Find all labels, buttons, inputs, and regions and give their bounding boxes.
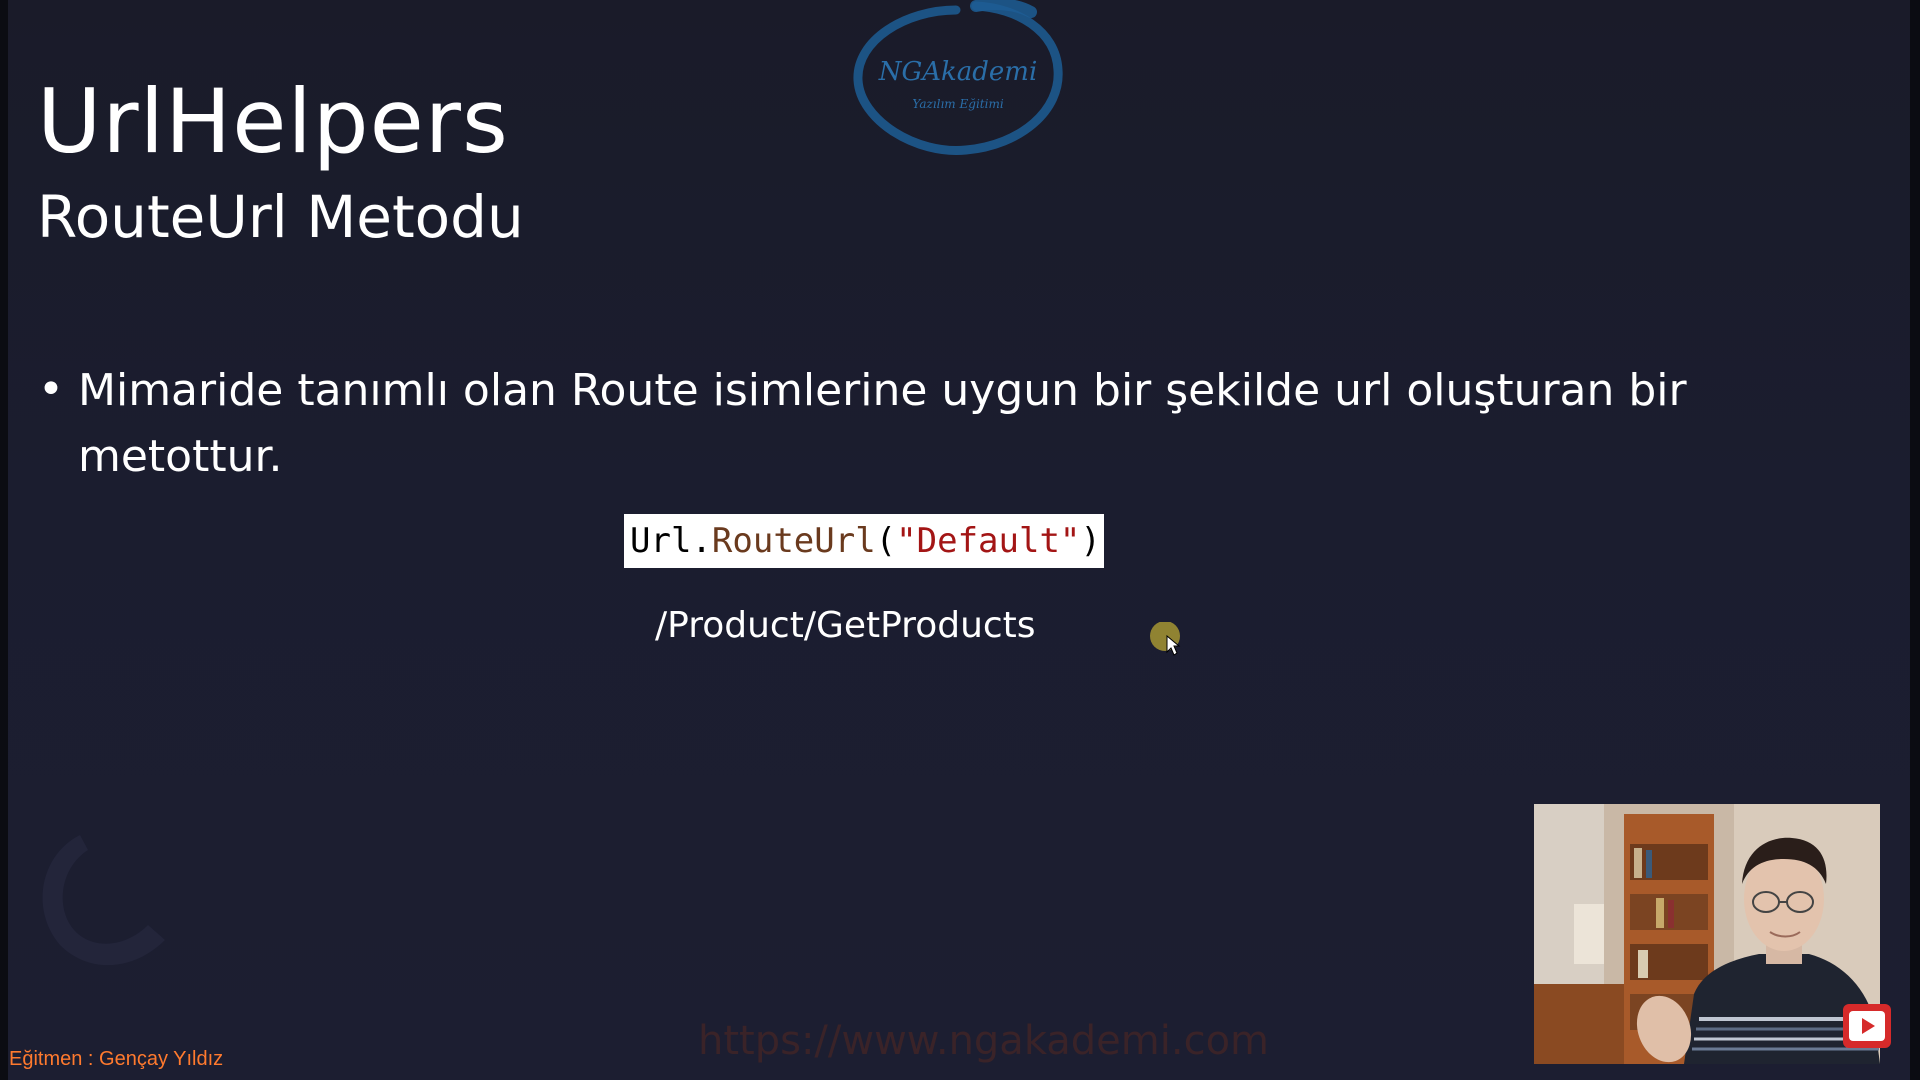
website-watermark: https://www.ngakademi.com [698,1018,1270,1064]
ngakademi-logo-icon: NGAkademi Yazılım Eğitimi [853,0,1063,155]
bullet-marker: • [38,364,64,415]
webcam-image [1534,804,1880,1064]
slide-subtitle: RouteUrl Metodu [37,183,524,251]
code-open-paren: ( [875,521,897,561]
bullet-item: • Mimaride tanımlı olan Route isimlerine… [38,358,1778,490]
logo-text: NGAkademi [878,57,1038,87]
arc-decoration-icon [42,835,165,966]
code-close-paren: ) [1080,521,1101,561]
logo-tagline: Yazılım Eğitimi [912,97,1003,111]
code-dot: . [691,521,712,561]
code-argument: "Default" [896,521,1081,561]
right-border [1910,0,1920,1080]
code-snippet: Url.RouteUrl("Default") [624,514,1104,568]
mouse-pointer-icon [1150,622,1181,656]
bullet-text: Mimaride tanımlı olan Route isimlerine u… [78,365,1687,482]
left-border [0,0,8,1080]
webcam-overlay [1534,804,1880,1064]
result-path: /Product/GetProducts [655,605,1036,646]
instructor-label: Eğitmen : Gençay Yıldız [9,1048,224,1070]
slide-title: UrlHelpers [37,70,509,173]
code-method: RouteUrl [711,521,876,561]
youtube-play-icon[interactable] [1843,1004,1891,1048]
presentation-slide: NGAkademi Yazılım Eğitimi UrlHelpers Rou… [0,0,1920,1080]
code-object: Url [630,521,692,561]
